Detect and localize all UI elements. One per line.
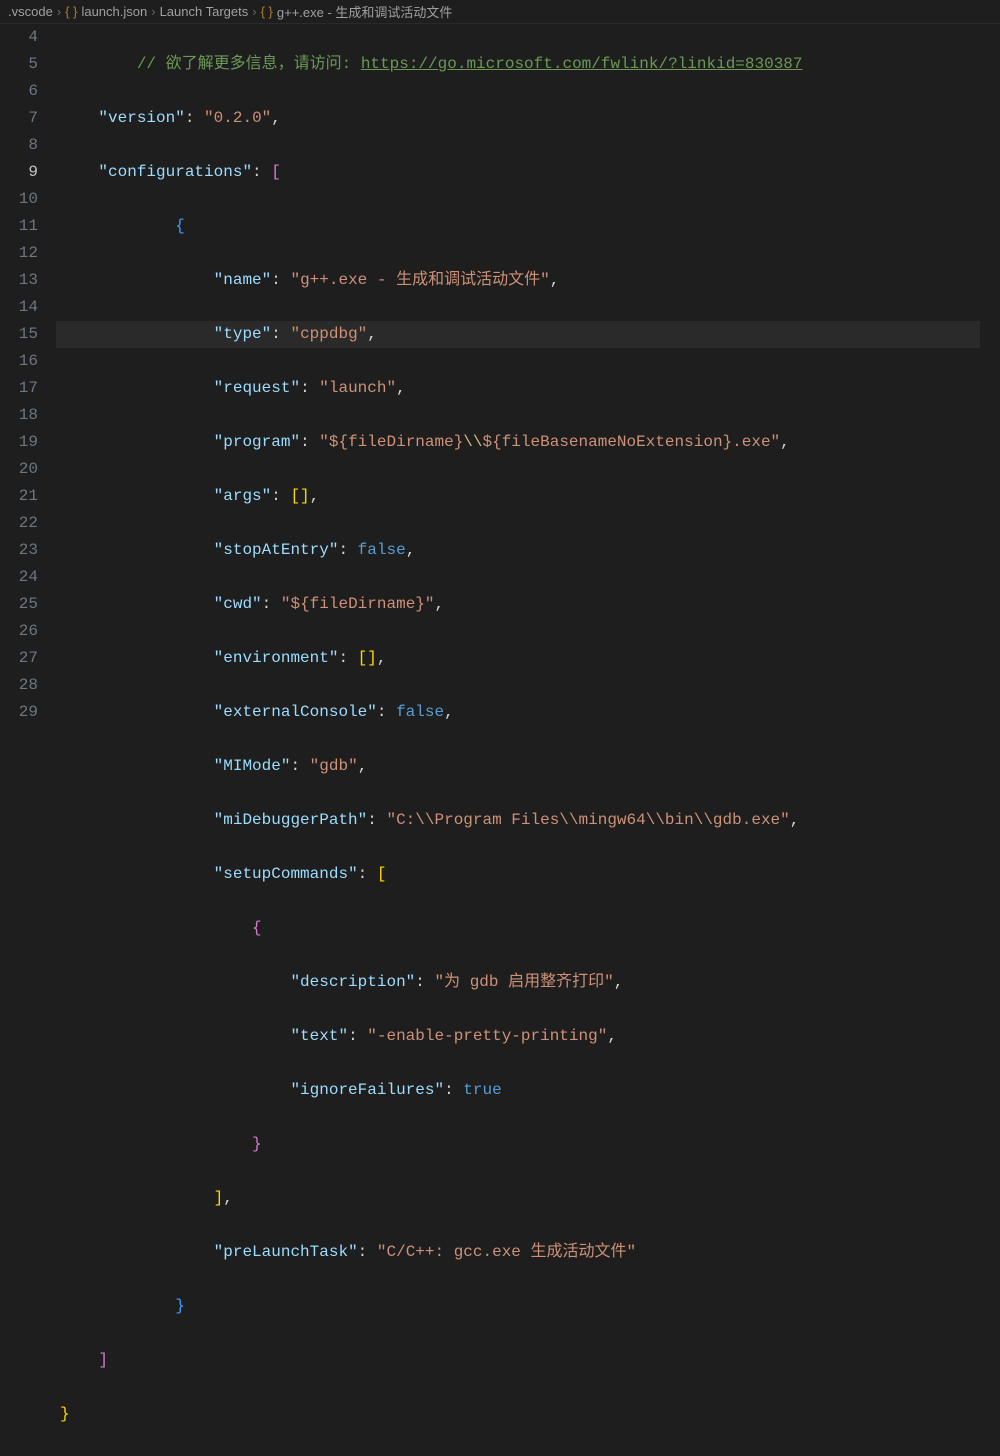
braces-icon: { }: [261, 4, 273, 19]
minimap[interactable]: [980, 24, 1000, 728]
breadcrumb[interactable]: .vscode › { }launch.json › Launch Target…: [0, 0, 1000, 24]
breadcrumb-target[interactable]: { }g++.exe - 生成和调试活动文件: [261, 2, 453, 21]
comment-text: // 欲了解更多信息，请访问:: [137, 55, 361, 73]
chevron-right-icon: ›: [57, 4, 61, 19]
chevron-right-icon: ›: [252, 4, 256, 19]
code-content[interactable]: // 欲了解更多信息，请访问: https://go.microsoft.com…: [56, 24, 980, 728]
line-number-gutter: 4 5 6 7 8 9 10 11 12 13 14 15 16 17 18 1…: [0, 24, 56, 728]
braces-icon: { }: [65, 4, 77, 19]
breadcrumb-folder[interactable]: .vscode: [8, 4, 53, 19]
chevron-right-icon: ›: [151, 4, 155, 19]
breadcrumb-file[interactable]: { }launch.json: [65, 4, 147, 19]
breadcrumb-section[interactable]: Launch Targets: [160, 4, 249, 19]
code-editor[interactable]: 4 5 6 7 8 9 10 11 12 13 14 15 16 17 18 1…: [0, 24, 1000, 728]
comment-link[interactable]: https://go.microsoft.com/fwlink/?linkid=…: [361, 55, 803, 73]
